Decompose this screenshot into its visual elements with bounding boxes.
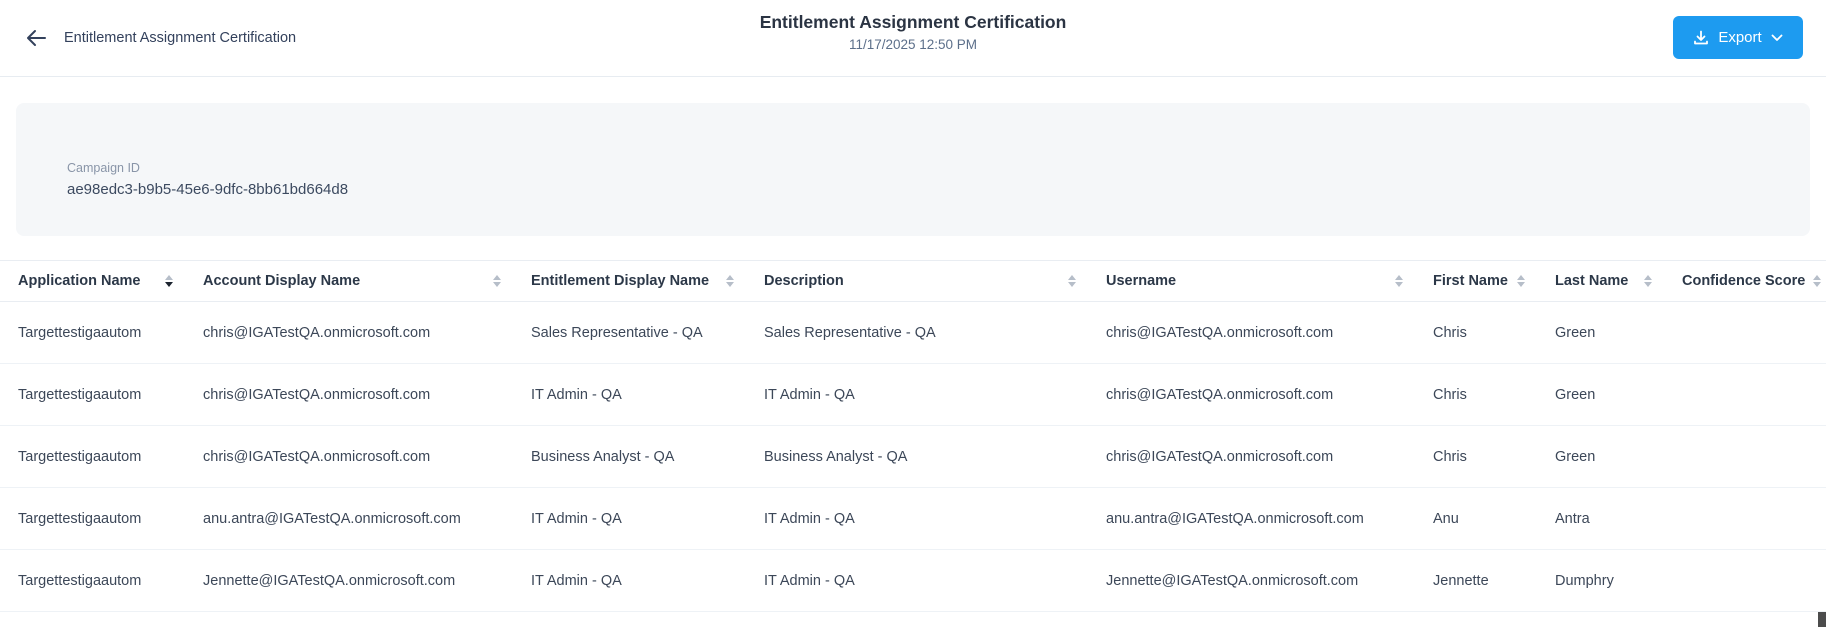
- breadcrumb-title: Entitlement Assignment Certification: [64, 30, 297, 46]
- cell-first-name: Jennette: [1433, 572, 1489, 589]
- campaign-id-label: Campaign ID: [67, 161, 140, 175]
- page-title: Entitlement Assignment Certification: [759, 12, 1067, 32]
- sort-desc-triangle: [493, 282, 501, 287]
- sort-desc-triangle: [1644, 282, 1652, 287]
- sort-icon[interactable]: [1387, 275, 1403, 287]
- column-label: Entitlement Display Name: [531, 273, 710, 289]
- column-header-account-display-name[interactable]: Account Display Name: [203, 273, 531, 289]
- export-button[interactable]: Export: [1673, 16, 1803, 59]
- cell-last-name: Green: [1555, 386, 1596, 403]
- cell-entitlement-display-name: Sales Representative - QA: [531, 324, 703, 341]
- column-label: First Name: [1433, 273, 1508, 289]
- cell-application-name: Targettestigaautom: [18, 510, 142, 527]
- sort-icon[interactable]: [1509, 275, 1525, 287]
- table-row: Targettestigaautom chris@IGATestQA.onmicr…: [0, 426, 1826, 488]
- sort-icon[interactable]: [1805, 275, 1822, 287]
- column-label: Application Name: [18, 273, 141, 289]
- back-arrow-icon: [25, 29, 47, 47]
- campaign-info-panel: Campaign ID ae98edc3-b9b5-45e6-9dfc-8bb6…: [16, 103, 1810, 236]
- column-header-confidence-score[interactable]: Confidence Score: [1682, 273, 1826, 289]
- column-label: Confidence Score: [1682, 273, 1806, 289]
- column-header-application-name[interactable]: Application Name: [0, 273, 203, 289]
- cell-description: Sales Representative - QA: [764, 324, 936, 341]
- column-header-description[interactable]: Description: [764, 273, 1106, 289]
- sort-asc-triangle: [165, 275, 173, 280]
- table-row: Targettestigaautom chris@IGATestQA.onmicr…: [0, 364, 1826, 426]
- export-button-label: Export: [1718, 29, 1762, 46]
- table-body: Targettestigaautom chris@IGATestQA.onmicr…: [0, 302, 1826, 612]
- top-bar: Entitlement Assignment Certification Ent…: [0, 0, 1826, 77]
- column-label: Username: [1106, 273, 1177, 289]
- vertical-scrollbar-thumb[interactable]: [1818, 612, 1826, 627]
- sort-asc-triangle: [1813, 275, 1822, 280]
- cell-description: IT Admin - QA: [764, 510, 855, 527]
- sort-asc-triangle: [1068, 275, 1076, 280]
- table-row: Targettestigaautom anu.antra@IGATestQA.on…: [0, 488, 1826, 550]
- cell-account-display-name: anu.antra@IGATestQA.onmicrosoft.com: [203, 510, 461, 527]
- cell-entitlement-display-name: IT Admin - QA: [531, 510, 622, 527]
- certification-table: Application Name Account Display Name Enti…: [0, 260, 1826, 612]
- sort-desc-triangle: [726, 282, 734, 287]
- table-row: Targettestigaautom Jennette@IGATestQA.onm…: [0, 550, 1826, 612]
- sort-asc-triangle: [726, 275, 734, 280]
- sort-icon[interactable]: [157, 275, 173, 287]
- sort-asc-triangle: [493, 275, 501, 280]
- column-header-username[interactable]: Username: [1106, 273, 1433, 289]
- chevron-down-icon: [1771, 34, 1783, 42]
- cell-last-name: Green: [1555, 448, 1596, 465]
- column-label: Account Display Name: [203, 273, 361, 289]
- cell-last-name: Antra: [1555, 510, 1590, 527]
- cell-first-name: Chris: [1433, 448, 1467, 465]
- cell-username: anu.antra@IGATestQA.onmicrosoft.com: [1106, 510, 1364, 527]
- cell-username: chris@IGATestQA.onmicrosoft.com: [1106, 448, 1334, 465]
- column-header-first-name[interactable]: First Name: [1433, 273, 1555, 289]
- cell-entitlement-display-name: IT Admin - QA: [531, 572, 622, 589]
- sort-icon[interactable]: [1060, 275, 1076, 287]
- page-timestamp: 11/17/2025 12:50 PM: [848, 37, 978, 52]
- campaign-id-value: ae98edc3-b9b5-45e6-9dfc-8bb61bd664d8: [67, 181, 349, 198]
- column-header-entitlement-display-name[interactable]: Entitlement Display Name: [531, 273, 764, 289]
- cell-application-name: Targettestigaautom: [18, 324, 142, 341]
- column-header-last-name[interactable]: Last Name: [1555, 273, 1682, 289]
- cell-username: chris@IGATestQA.onmicrosoft.com: [1106, 324, 1334, 341]
- cell-entitlement-display-name: Business Analyst - QA: [531, 448, 675, 465]
- cell-application-name: Targettestigaautom: [18, 572, 142, 589]
- cell-last-name: Dumphry: [1555, 572, 1614, 589]
- cell-description: IT Admin - QA: [764, 572, 855, 589]
- sort-asc-triangle: [1395, 275, 1403, 280]
- table-header-row: Application Name Account Display Name Enti…: [0, 260, 1826, 302]
- cell-last-name: Green: [1555, 324, 1596, 341]
- cell-description: IT Admin - QA: [764, 386, 855, 403]
- page-title-block: Entitlement Assignment Certification 11/…: [760, 12, 1067, 52]
- cell-username: Jennette@IGATestQA.onmicrosoft.com: [1106, 572, 1359, 589]
- cell-account-display-name: chris@IGATestQA.onmicrosoft.com: [203, 448, 431, 465]
- sort-icon[interactable]: [485, 275, 501, 287]
- cell-application-name: Targettestigaautom: [18, 448, 142, 465]
- column-label: Last Name: [1555, 273, 1629, 289]
- cell-description: Business Analyst - QA: [764, 448, 908, 465]
- sort-desc-triangle: [1517, 282, 1525, 287]
- sort-desc-triangle: [1395, 282, 1403, 287]
- cell-first-name: Anu: [1433, 510, 1459, 527]
- table-row: Targettestigaautom chris@IGATestQA.onmicr…: [0, 302, 1826, 364]
- sort-desc-triangle: [1813, 282, 1822, 287]
- cell-account-display-name: chris@IGATestQA.onmicrosoft.com: [203, 324, 431, 341]
- cell-entitlement-display-name: IT Admin - QA: [531, 386, 622, 403]
- column-label: Description: [764, 273, 844, 289]
- back-button[interactable]: [24, 26, 48, 50]
- download-icon: [1693, 30, 1709, 46]
- sort-icon[interactable]: [718, 275, 734, 287]
- cell-first-name: Chris: [1433, 324, 1467, 341]
- sort-desc-triangle: [1068, 282, 1076, 287]
- sort-desc-triangle: [165, 282, 173, 287]
- sort-asc-triangle: [1644, 275, 1652, 280]
- cell-first-name: Chris: [1433, 386, 1467, 403]
- cell-account-display-name: Jennette@IGATestQA.onmicrosoft.com: [203, 572, 456, 589]
- sort-icon[interactable]: [1636, 275, 1652, 287]
- cell-application-name: Targettestigaautom: [18, 386, 142, 403]
- cell-account-display-name: chris@IGATestQA.onmicrosoft.com: [203, 386, 431, 403]
- sort-asc-triangle: [1517, 275, 1525, 280]
- cell-username: chris@IGATestQA.onmicrosoft.com: [1106, 386, 1334, 403]
